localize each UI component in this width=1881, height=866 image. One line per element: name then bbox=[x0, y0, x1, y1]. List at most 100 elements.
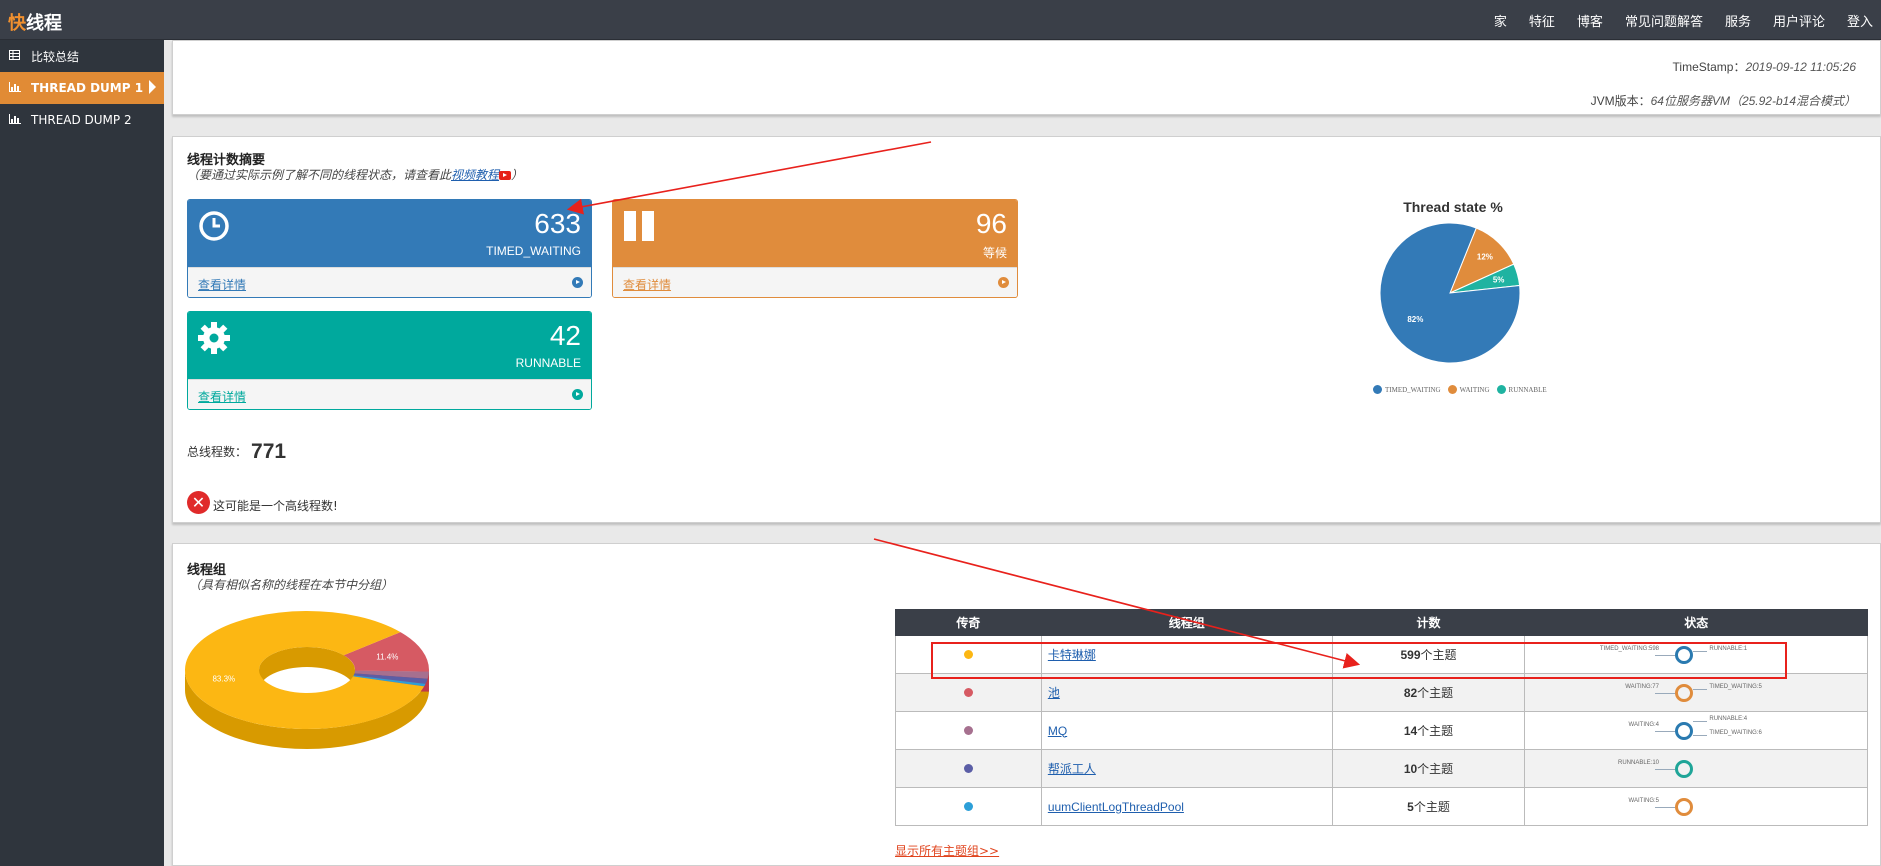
legend-item-timed-waiting[interactable]: TIMED_WAITING bbox=[1373, 385, 1441, 394]
count-cell: 10个主题 bbox=[1331, 749, 1526, 788]
count-cell: 14个主题 bbox=[1331, 711, 1526, 750]
connector-line bbox=[1655, 769, 1676, 770]
card-count: 633 bbox=[534, 208, 581, 239]
nav-services[interactable]: 服务 bbox=[1725, 11, 1751, 30]
stat-card-waiting: 96 等候 查看详情 bbox=[612, 199, 1018, 298]
nav-faq[interactable]: 常见问题解答 bbox=[1625, 11, 1703, 30]
info-panel: TimeStamp：2019-09-12 11:05:26 JVM版本：64位服… bbox=[172, 40, 1881, 115]
thread-state-pie-chart: 12% 5% 82% bbox=[1380, 223, 1521, 364]
logo[interactable]: 快线程 bbox=[8, 9, 62, 35]
nav-features[interactable]: 特征 bbox=[1529, 11, 1555, 30]
group-name-link[interactable]: MQ bbox=[1048, 724, 1067, 738]
nav-login[interactable]: 登入 bbox=[1847, 11, 1873, 30]
card-header: 96 等候 bbox=[613, 200, 1017, 267]
column-header-group[interactable]: 线程组 bbox=[1040, 609, 1333, 636]
legend-item-waiting[interactable]: WAITING bbox=[1447, 385, 1490, 394]
state-cell: TIMED_WAITING:598 RUNNABLE:1 bbox=[1524, 635, 1868, 674]
count-value: 14 bbox=[1403, 724, 1418, 738]
state-label: TIMED_WAITING:6 bbox=[1709, 730, 1762, 736]
connector-line bbox=[1693, 651, 1708, 652]
state-ring-icon[interactable] bbox=[1675, 646, 1694, 664]
state-ring-icon[interactable] bbox=[1675, 798, 1694, 816]
stat-card-timed-waiting: 633 TIMED_WAITING 查看详情 bbox=[187, 199, 592, 298]
video-tutorial-link[interactable]: 视频教程 bbox=[451, 168, 499, 182]
column-header-state[interactable]: 状态 bbox=[1524, 609, 1868, 636]
connector-line bbox=[1655, 693, 1676, 694]
legend-item-runnable[interactable]: RUNNABLE bbox=[1496, 385, 1547, 394]
count-unit: 个主题 bbox=[1417, 686, 1454, 700]
group-name-link[interactable]: 帮派工人 bbox=[1048, 762, 1096, 776]
state-label: TIMED_WAITING:5 bbox=[1709, 684, 1762, 690]
group-name-link[interactable]: 卡特琳娜 bbox=[1048, 648, 1096, 662]
table-row: 帮派工人 10个主题 RUNNABLE:10 bbox=[895, 749, 1868, 788]
legend-cell bbox=[895, 787, 1042, 826]
total-threads-value: 771 bbox=[251, 440, 287, 463]
gear-icon bbox=[198, 322, 230, 357]
column-header-count[interactable]: 计数 bbox=[1331, 609, 1526, 636]
group-name-link[interactable]: uumClientLogThreadPool bbox=[1048, 800, 1184, 814]
state-ring-icon[interactable] bbox=[1675, 722, 1694, 740]
nav-reviews[interactable]: 用户评论 bbox=[1773, 11, 1825, 30]
view-details-link[interactable]: 查看详情 bbox=[198, 276, 246, 293]
sidebar: 比较总结 THREAD DUMP 1 THREAD DUMP 2 bbox=[0, 40, 164, 866]
state-label: RUNNABLE:1 bbox=[1709, 646, 1748, 652]
card-label: RUNNABLE bbox=[515, 356, 581, 370]
pie-data-label: 12% bbox=[1477, 253, 1493, 262]
nav-home[interactable]: 家 bbox=[1494, 11, 1507, 30]
timestamp-label: TimeStamp： bbox=[1672, 60, 1746, 74]
card-count: 42 bbox=[549, 320, 581, 351]
legend-label: TIMED_WAITING bbox=[1385, 385, 1441, 394]
sidebar-item-thread-dump-1[interactable]: THREAD DUMP 1 bbox=[0, 72, 164, 104]
view-details-link[interactable]: 查看详情 bbox=[623, 276, 671, 293]
timestamp: TimeStamp：2019-09-12 11:05:26 bbox=[1673, 58, 1856, 75]
logo-text: 线程 bbox=[26, 13, 62, 34]
connector-line bbox=[1693, 735, 1708, 736]
arrow-circle-right-icon[interactable] bbox=[572, 389, 583, 400]
legend-dot bbox=[963, 687, 973, 697]
subtitle-text-end: ） bbox=[511, 168, 524, 182]
state-cell: WAITING:4 RUNNABLE:4 TIMED_WAITING:6 bbox=[1524, 711, 1868, 750]
arrow-circle-right-icon[interactable] bbox=[998, 277, 1009, 288]
logo-accent-text: 快 bbox=[8, 13, 26, 34]
column-header-legend[interactable]: 传奇 bbox=[895, 609, 1042, 636]
card-footer: 查看详情 bbox=[188, 379, 591, 409]
nav-blog[interactable]: 博客 bbox=[1577, 11, 1603, 30]
arrow-circle-right-icon[interactable] bbox=[572, 277, 583, 288]
legend-swatch bbox=[1496, 385, 1506, 394]
count-value: 599 bbox=[1400, 648, 1421, 662]
count-cell: 5个主题 bbox=[1331, 787, 1526, 826]
pause-icon bbox=[623, 210, 655, 245]
group-name-link[interactable]: 池 bbox=[1048, 686, 1060, 700]
group-name-cell: 卡特琳娜 bbox=[1040, 635, 1333, 674]
legend-dot bbox=[963, 801, 973, 811]
sidebar-item-label: 比较总结 bbox=[31, 49, 80, 64]
show-all-groups-link[interactable]: 显示所有主题组>> bbox=[895, 842, 999, 859]
card-label: TIMED_WAITING bbox=[486, 244, 581, 258]
legend-dot bbox=[963, 763, 973, 773]
sidebar-item-label: THREAD DUMP 2 bbox=[31, 113, 132, 127]
sidebar-item-comparison[interactable]: 比较总结 bbox=[0, 40, 164, 72]
caret-right-icon bbox=[149, 80, 156, 94]
card-header: 42 RUNNABLE bbox=[188, 312, 591, 379]
count-unit: 个主题 bbox=[1413, 800, 1450, 814]
table-row: uumClientLogThreadPool 5个主题 WAITING:5 bbox=[895, 787, 1868, 826]
total-threads: 总线程数： 771 bbox=[187, 440, 286, 464]
state-ring-icon[interactable] bbox=[1675, 684, 1694, 702]
legend-label: RUNNABLE bbox=[1508, 385, 1547, 394]
card-label: 等候 bbox=[982, 246, 1007, 260]
state-ring-icon[interactable] bbox=[1675, 760, 1694, 778]
group-name-cell: uumClientLogThreadPool bbox=[1040, 787, 1333, 826]
jvm-label: JVM版本： bbox=[1590, 94, 1651, 108]
card-header: 633 TIMED_WAITING bbox=[188, 200, 591, 267]
thread-groups-panel: 线程组 （具有相似名称的线程在本节中分组） 11.4% 83.3% 传奇 线程组 … bbox=[172, 543, 1881, 866]
high-thread-warning: ✕ 这可能是一个高线程数! bbox=[187, 491, 338, 514]
connector-line bbox=[1655, 655, 1676, 656]
table-row: 卡特琳娜 599个主题 TIMED_WAITING:598 RUNNABLE:1 bbox=[895, 635, 1868, 674]
count-value: 82 bbox=[1403, 686, 1418, 700]
sidebar-item-thread-dump-2[interactable]: THREAD DUMP 2 bbox=[0, 104, 164, 136]
view-details-link[interactable]: 查看详情 bbox=[198, 388, 246, 405]
state-label: RUNNABLE:10 bbox=[1617, 760, 1659, 766]
group-name-cell: MQ bbox=[1040, 711, 1333, 750]
legend-cell bbox=[895, 673, 1042, 712]
pie-chart-title: Thread state % bbox=[1403, 199, 1503, 215]
